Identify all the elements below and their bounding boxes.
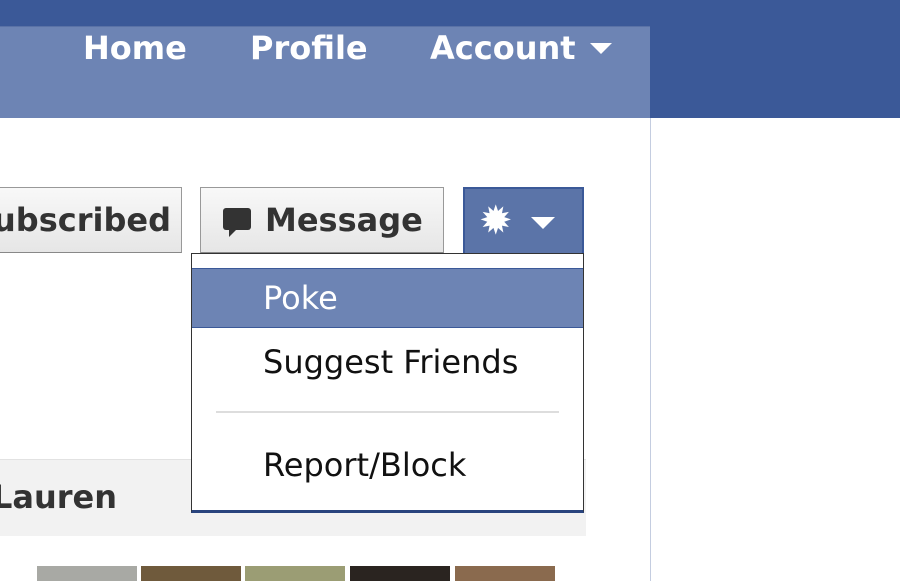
friend-name: Lauren [0, 478, 118, 516]
nav-home-label: Home [83, 29, 187, 67]
subscribed-label: ubscribed [0, 201, 171, 239]
nav-profile-label: Profile [250, 29, 368, 67]
menu-divider [216, 411, 559, 413]
friend-photo[interactable] [37, 566, 137, 581]
nav-account-menu[interactable]: Account [430, 26, 612, 70]
gear-icon: ✹ [479, 198, 513, 244]
nav-home-link[interactable]: Home [83, 26, 187, 70]
friend-photo[interactable] [141, 566, 241, 581]
menu-item-label: Suggest Friends [263, 343, 519, 381]
message-button[interactable]: Message [200, 187, 444, 253]
menu-item-report-block[interactable]: Report/Block [192, 437, 583, 493]
friend-photo-strip [0, 566, 586, 581]
menu-item-suggest-friends[interactable]: Suggest Friends [192, 334, 583, 390]
subscribed-button[interactable]: ubscribed [0, 187, 182, 253]
speech-bubble-icon [223, 208, 251, 237]
menu-item-label: Report/Block [263, 446, 467, 484]
friend-photo[interactable] [245, 566, 345, 581]
friend-photo[interactable] [455, 566, 555, 581]
menu-item-poke[interactable]: Poke [192, 268, 583, 328]
nav-profile-link[interactable]: Profile [250, 26, 368, 70]
menu-item-label: Poke [263, 279, 338, 317]
gear-dropdown-menu: Poke Suggest Friends Report/Block [191, 253, 584, 513]
chevron-down-icon [531, 217, 555, 229]
gear-menu-button[interactable]: ✹ [463, 187, 584, 255]
chevron-down-icon [589, 42, 612, 54]
friend-photo[interactable] [350, 566, 450, 581]
message-label: Message [265, 201, 423, 239]
nav-account-label: Account [430, 29, 576, 67]
